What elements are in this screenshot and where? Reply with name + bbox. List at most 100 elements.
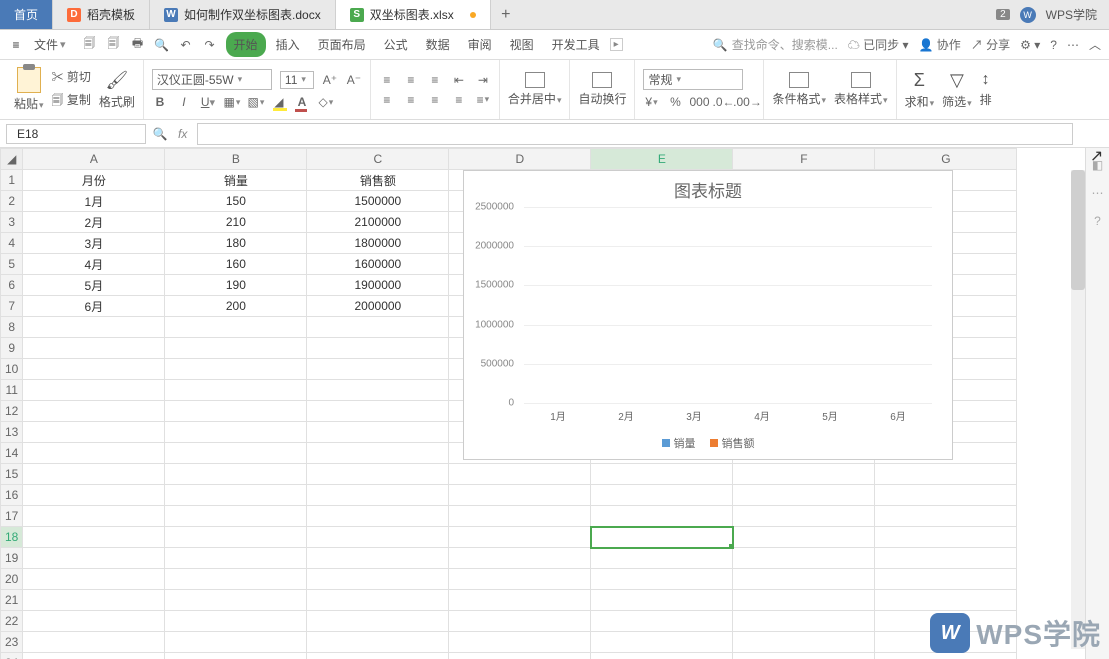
cell-F18[interactable] xyxy=(733,527,875,548)
wrap-text-button[interactable]: 自动换行 xyxy=(578,72,626,107)
scrollbar-thumb[interactable] xyxy=(1071,170,1085,290)
decrease-font-icon[interactable]: A⁻ xyxy=(346,72,362,88)
row-header-9[interactable]: 9 xyxy=(1,338,23,359)
align-justify-icon[interactable]: ≡ xyxy=(451,92,467,108)
qa-print-icon[interactable]: 🖶 xyxy=(130,37,146,53)
hamburger-icon[interactable]: ≡ xyxy=(8,38,24,52)
cell-C23[interactable] xyxy=(307,632,449,653)
cell-B21[interactable] xyxy=(165,590,307,611)
cell-C6[interactable]: 1900000 xyxy=(307,275,449,296)
cell-B10[interactable] xyxy=(165,359,307,380)
cell-A7[interactable]: 6月 xyxy=(23,296,165,317)
col-header-C[interactable]: C xyxy=(307,149,449,170)
row-header-21[interactable]: 21 xyxy=(1,590,23,611)
cell-B11[interactable] xyxy=(165,380,307,401)
row-header-2[interactable]: 2 xyxy=(1,191,23,212)
cell-C24[interactable] xyxy=(307,653,449,659)
row-header-13[interactable]: 13 xyxy=(1,422,23,443)
cell-B19[interactable] xyxy=(165,548,307,569)
cell-E17[interactable] xyxy=(591,506,733,527)
qa-redo-icon[interactable]: ↷ xyxy=(202,37,218,53)
cell-D23[interactable] xyxy=(449,632,591,653)
cell-C4[interactable]: 1800000 xyxy=(307,233,449,254)
indent-dec-icon[interactable]: ⇤ xyxy=(451,72,467,88)
command-search[interactable]: 🔍 查找命令、搜索模... xyxy=(713,36,838,53)
row-header-15[interactable]: 15 xyxy=(1,464,23,485)
cell-A4[interactable]: 3月 xyxy=(23,233,165,254)
cut-button[interactable]: ✂ 剪切 xyxy=(52,68,91,85)
more-icon[interactable]: ⋯ xyxy=(1067,38,1079,52)
cell-A9[interactable] xyxy=(23,338,165,359)
qa-undo-icon[interactable]: ↶ xyxy=(178,37,194,53)
cell-G21[interactable] xyxy=(875,590,1017,611)
number-format-select[interactable]: 常规 xyxy=(643,69,743,90)
cell-E19[interactable] xyxy=(591,548,733,569)
row-header-8[interactable]: 8 xyxy=(1,317,23,338)
qa-saveas-icon[interactable]: 🗐 xyxy=(106,37,122,53)
menu-more[interactable]: ▸ xyxy=(610,38,623,51)
menu-dev[interactable]: 开发工具 xyxy=(544,32,608,57)
row-header-14[interactable]: 14 xyxy=(1,443,23,464)
cell-A23[interactable] xyxy=(23,632,165,653)
cell-B3[interactable]: 210 xyxy=(165,212,307,233)
cell-A24[interactable] xyxy=(23,653,165,659)
italic-button[interactable]: I xyxy=(176,94,192,110)
cell-B18[interactable] xyxy=(165,527,307,548)
underline-button[interactable]: U▾ xyxy=(200,94,216,110)
merge-center-button[interactable]: 合并居中 xyxy=(508,72,562,107)
cell-A22[interactable] xyxy=(23,611,165,632)
row-header-24[interactable]: 24 xyxy=(1,653,23,659)
cell-D24[interactable] xyxy=(449,653,591,659)
cell-A18[interactable] xyxy=(23,527,165,548)
cell-G15[interactable] xyxy=(875,464,1017,485)
cell-B15[interactable] xyxy=(165,464,307,485)
cell-A12[interactable] xyxy=(23,401,165,422)
cell-B6[interactable]: 190 xyxy=(165,275,307,296)
cell-F23[interactable] xyxy=(733,632,875,653)
cell-C7[interactable]: 2000000 xyxy=(307,296,449,317)
cell-B22[interactable] xyxy=(165,611,307,632)
cell-B2[interactable]: 150 xyxy=(165,191,307,212)
cell-C9[interactable] xyxy=(307,338,449,359)
row-header-18[interactable]: 18 xyxy=(1,527,23,548)
notification-badge[interactable]: 2 xyxy=(996,9,1010,20)
sidepanel-icon[interactable]: ? xyxy=(1094,214,1101,228)
cell-fill-button[interactable]: ▧ xyxy=(248,94,264,110)
font-size-select[interactable]: 11 xyxy=(280,71,314,89)
cell-D16[interactable] xyxy=(449,485,591,506)
cell-C20[interactable] xyxy=(307,569,449,590)
row-header-3[interactable]: 3 xyxy=(1,212,23,233)
row-header-22[interactable]: 22 xyxy=(1,611,23,632)
cell-F24[interactable] xyxy=(733,653,875,659)
cell-G16[interactable] xyxy=(875,485,1017,506)
font-family-select[interactable]: 汉仪正圆-55W xyxy=(152,69,272,90)
row-header-7[interactable]: 7 xyxy=(1,296,23,317)
cell-B8[interactable] xyxy=(165,317,307,338)
settings-icon[interactable]: ⚙ ▾ xyxy=(1020,38,1040,52)
embedded-chart[interactable]: 图表标题 05000001000000150000020000002500000… xyxy=(463,170,953,460)
cell-A16[interactable] xyxy=(23,485,165,506)
cell-F22[interactable] xyxy=(733,611,875,632)
clear-format-button[interactable]: ◇ xyxy=(318,94,334,110)
bold-button[interactable]: B xyxy=(152,94,168,110)
tab-templates[interactable]: D稻壳模板 xyxy=(53,0,150,29)
cell-F19[interactable] xyxy=(733,548,875,569)
cell-E23[interactable] xyxy=(591,632,733,653)
cell-C13[interactable] xyxy=(307,422,449,443)
col-header-E[interactable]: E xyxy=(591,149,733,170)
cell-A15[interactable] xyxy=(23,464,165,485)
cell-E15[interactable] xyxy=(591,464,733,485)
comma-icon[interactable]: 000 xyxy=(691,94,707,110)
cell-A6[interactable]: 5月 xyxy=(23,275,165,296)
cell-E16[interactable] xyxy=(591,485,733,506)
cell-E18[interactable] xyxy=(591,527,733,548)
cell-D18[interactable] xyxy=(449,527,591,548)
cell-F17[interactable] xyxy=(733,506,875,527)
cell-C19[interactable] xyxy=(307,548,449,569)
cell-F16[interactable] xyxy=(733,485,875,506)
share-button[interactable]: ↗ 分享 xyxy=(971,36,1010,53)
row-header-11[interactable]: 11 xyxy=(1,380,23,401)
tab-xlsx[interactable]: S双坐标图表.xlsx xyxy=(336,0,491,29)
cell-G19[interactable] xyxy=(875,548,1017,569)
menu-insert[interactable]: 插入 xyxy=(268,32,308,57)
